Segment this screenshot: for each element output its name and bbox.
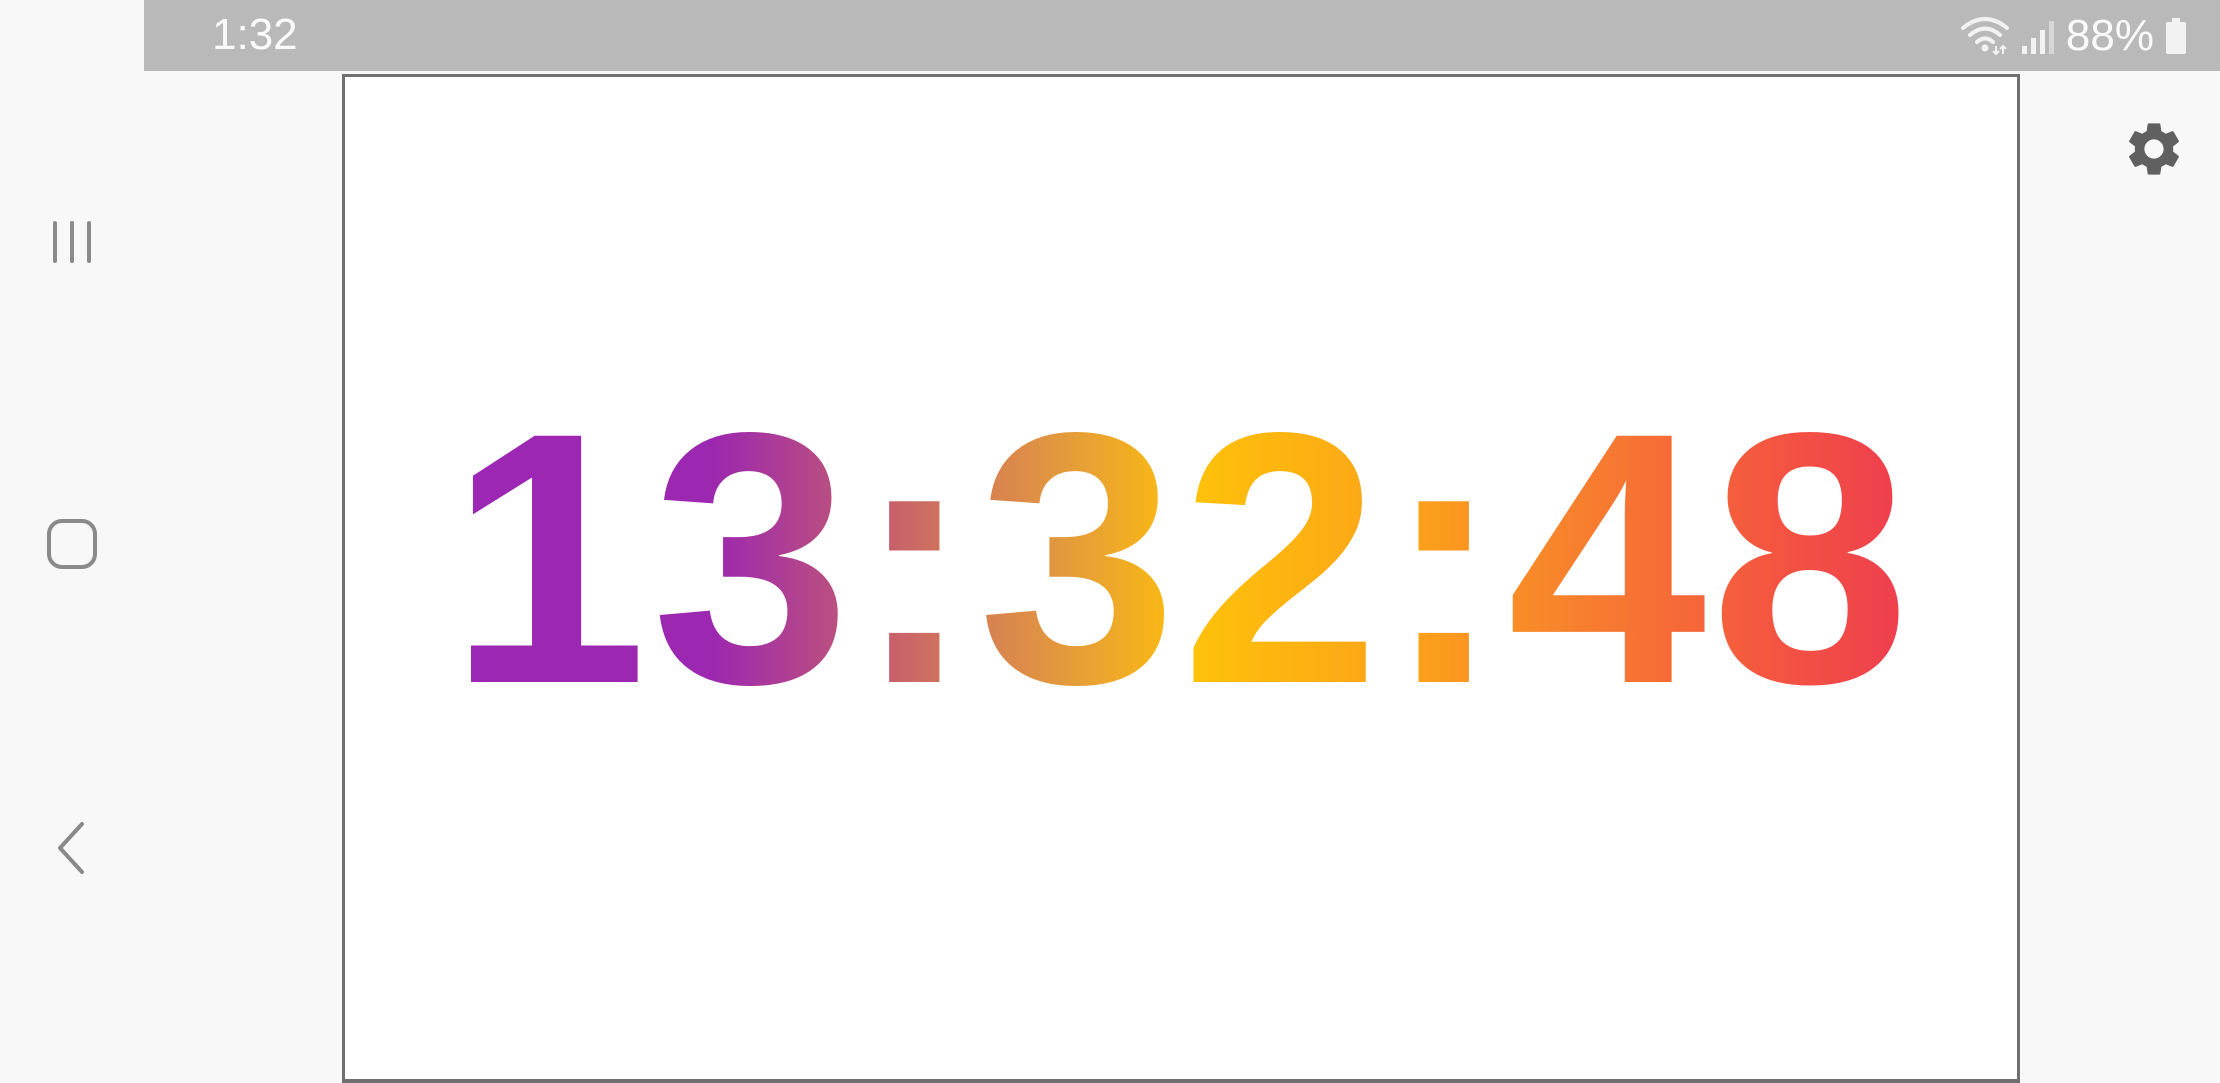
navigation-bar [0, 0, 144, 1080]
status-bar: 1:32 88% [144, 0, 2220, 71]
recents-button[interactable] [22, 192, 122, 292]
clock-time: 13:32:48 [448, 358, 1914, 758]
back-button[interactable] [22, 798, 122, 898]
wifi-icon [1960, 16, 2010, 56]
battery-icon [2164, 16, 2188, 56]
recents-icon [53, 221, 91, 263]
status-time: 1:32 [212, 10, 298, 59]
back-icon [58, 822, 84, 874]
home-icon [47, 519, 97, 569]
home-button[interactable] [22, 494, 122, 594]
main-content: 13:32:48 [144, 71, 2220, 1083]
gear-icon [2129, 123, 2179, 175]
clock-display[interactable]: 13:32:48 [342, 74, 2020, 1083]
signal-icon [2020, 16, 2056, 56]
status-icons: 88% [1960, 12, 2188, 60]
battery-percent: 88% [2065, 11, 2154, 60]
settings-button[interactable] [2112, 107, 2196, 191]
